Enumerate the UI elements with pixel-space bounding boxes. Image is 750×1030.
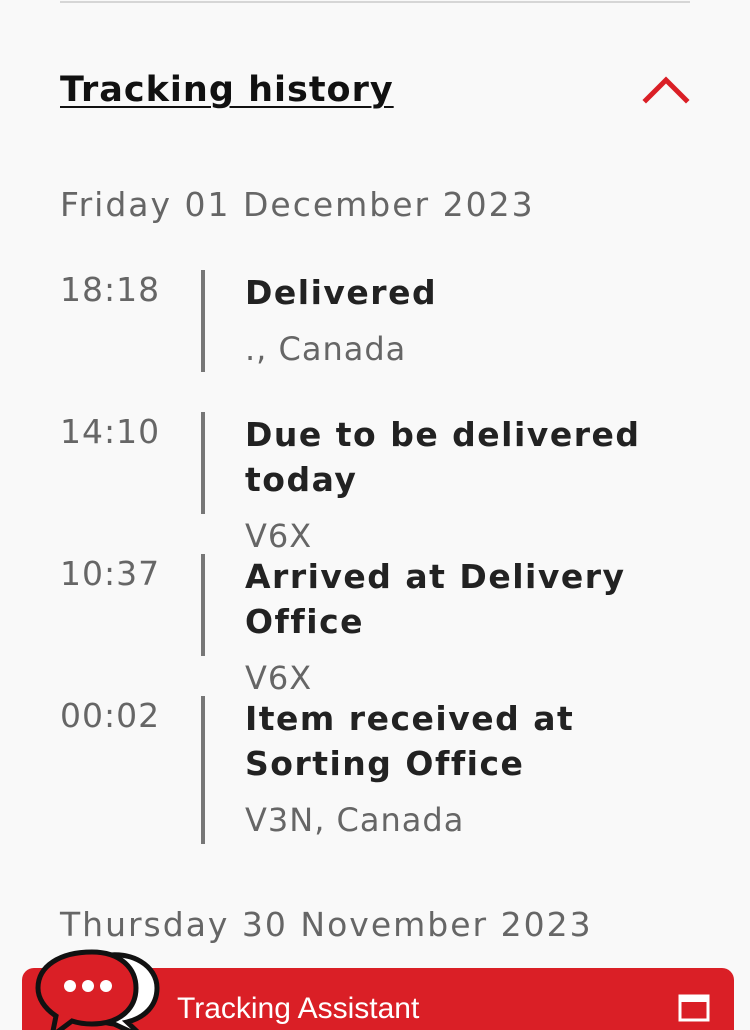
window-icon[interactable] xyxy=(678,994,710,1022)
tracking-assistant-label: Tracking Assistant xyxy=(177,992,420,1025)
date-heading: Friday 01 December 2023 xyxy=(60,185,535,224)
date-heading: Thursday 30 November 2023 xyxy=(60,905,593,944)
chat-bubbles-icon xyxy=(35,949,160,1030)
event-status: Item received at Sorting Office xyxy=(245,699,575,783)
event-time: 14:10 xyxy=(60,412,161,451)
event-status: Arrived at Delivery Office xyxy=(245,557,626,641)
event-status: Due to be delivered today xyxy=(245,415,641,499)
tracking-history-heading[interactable]: Tracking history xyxy=(60,70,394,110)
timeline-bar xyxy=(201,696,205,844)
event-location: V6X xyxy=(245,517,313,555)
event-location: V3N, Canada xyxy=(245,801,465,839)
event-time: 10:37 xyxy=(60,554,161,593)
event-location: V6X xyxy=(245,659,313,697)
timeline-bar xyxy=(201,412,205,514)
collapse-toggle-button[interactable] xyxy=(640,68,692,108)
event-time: 00:02 xyxy=(60,696,161,735)
event-time: 18:18 xyxy=(60,270,161,309)
tracking-page: Tracking history Friday 01 December 2023… xyxy=(0,0,750,1030)
event-status: Delivered xyxy=(245,273,438,312)
event-location: ., Canada xyxy=(245,330,407,368)
tracking-assistant-bar[interactable]: Tracking Assistant xyxy=(22,949,734,1030)
chevron-up-icon xyxy=(642,76,690,104)
timeline-bar xyxy=(201,270,205,372)
divider xyxy=(60,1,690,3)
timeline-bar xyxy=(201,554,205,656)
